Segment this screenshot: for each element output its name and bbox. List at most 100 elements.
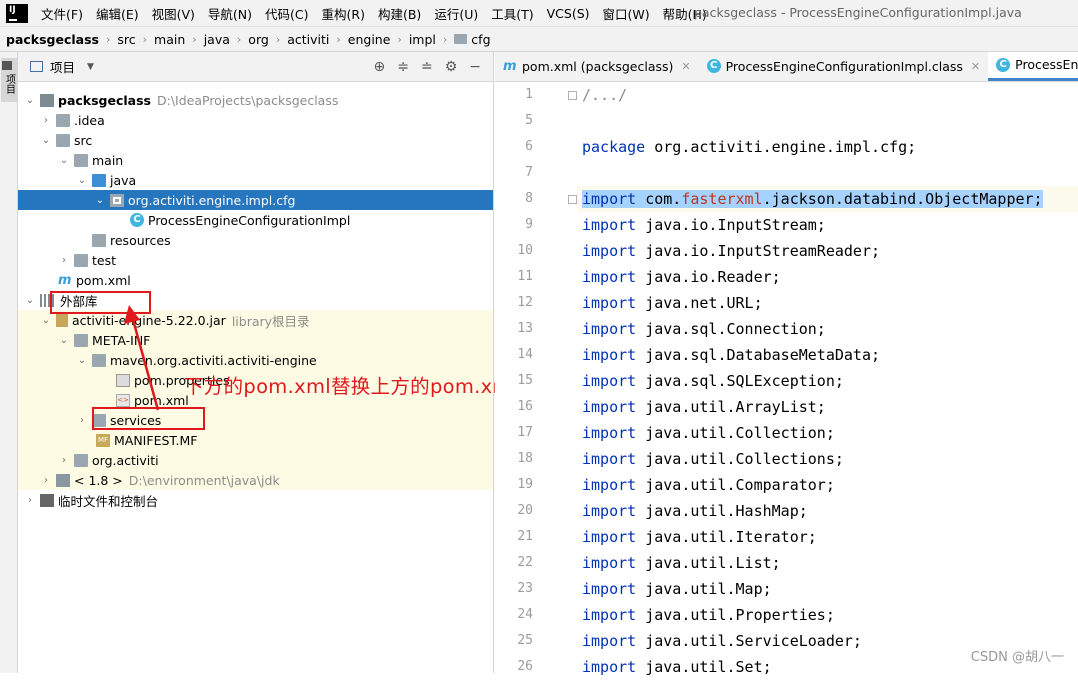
chevron-down-icon[interactable]: ⌄ xyxy=(24,295,36,306)
chevron-right-icon[interactable]: › xyxy=(24,495,36,506)
source-folder-icon xyxy=(92,174,106,187)
close-icon[interactable]: ✕ xyxy=(681,60,690,73)
code-line[interactable] xyxy=(577,160,1078,186)
tree-item-label: org.activiti.engine.impl.cfg xyxy=(128,193,295,208)
menu-view[interactable]: 视图(V) xyxy=(152,4,195,23)
menu-edit[interactable]: 编辑(E) xyxy=(96,4,139,23)
tree-item-idea[interactable]: ›.idea xyxy=(40,110,105,130)
code-line[interactable]: import java.io.Reader; xyxy=(577,264,1078,290)
fold-icon[interactable] xyxy=(568,91,577,100)
fold-icon[interactable] xyxy=(568,195,577,204)
chevron-right-icon[interactable]: › xyxy=(76,415,88,426)
code-line[interactable]: import java.util.Collection; xyxy=(577,420,1078,446)
tab-java-file-active[interactable]: CProcessEngineCo xyxy=(988,52,1078,81)
breadcrumb-separator: › xyxy=(192,33,196,46)
chevron-down-icon[interactable]: ⌄ xyxy=(58,335,70,346)
line-number: 9 xyxy=(493,212,533,238)
line-number: 18 xyxy=(493,446,533,472)
menu-code[interactable]: 代码(C) xyxy=(265,4,308,23)
tree-item-main[interactable]: ⌄ main xyxy=(58,150,123,170)
tab-class-file[interactable]: CProcessEngineConfigurationImpl.class✕ xyxy=(699,52,989,81)
breadcrumb-item[interactable]: packsgeclass xyxy=(6,32,99,47)
menu-refactor[interactable]: 重构(R) xyxy=(322,4,365,23)
tree-item-java[interactable]: ⌄java xyxy=(76,170,136,190)
breadcrumb-item[interactable]: cfg xyxy=(471,32,490,47)
close-icon[interactable]: ✕ xyxy=(971,60,980,73)
chevron-down-icon[interactable]: ⌄ xyxy=(24,95,36,106)
breadcrumb-item[interactable]: engine xyxy=(348,32,391,47)
menu-bar: IJ 文件(F) 编辑(E) 视图(V) 导航(N) 代码(C) 重构(R) 构… xyxy=(0,0,1078,26)
tree-item-org-activiti[interactable]: › org.activiti xyxy=(58,450,159,470)
chevron-right-icon[interactable]: › xyxy=(40,475,52,486)
tree-item-pom-top[interactable]: mpom.xml xyxy=(58,270,131,290)
tree-item-label: main xyxy=(92,153,123,168)
chevron-down-icon[interactable]: ⌄ xyxy=(40,135,52,146)
gear-icon[interactable]: ⚙ xyxy=(445,59,458,75)
package-icon xyxy=(110,194,124,207)
chevron-down-icon[interactable]: ⌄ xyxy=(76,355,88,366)
code-line[interactable]: import java.util.Map; xyxy=(577,576,1078,602)
menu-run[interactable]: 运行(U) xyxy=(434,4,478,23)
tree-item-package-selected[interactable]: ⌄ org.activiti.engine.impl.cfg xyxy=(18,190,493,210)
tab-label: ProcessEngineCo xyxy=(1015,57,1078,72)
code-line[interactable]: import java.io.InputStream; xyxy=(577,212,1078,238)
line-number: 12 xyxy=(493,290,533,316)
project-panel-title[interactable]: 项目 xyxy=(50,57,75,76)
tab-pom-xml[interactable]: mpom.xml (packsgeclass)✕ xyxy=(495,52,699,81)
code-line[interactable]: import java.sql.Connection; xyxy=(577,316,1078,342)
folder-icon xyxy=(56,114,70,127)
menu-tools[interactable]: 工具(T) xyxy=(491,4,533,23)
breadcrumb-item[interactable]: src xyxy=(117,32,135,47)
tree-item-project-root[interactable]: ⌄packsgeclassD:\IdeaProjects\packsgeclas… xyxy=(24,90,338,110)
tree-item-manifest[interactable]: MFMANIFEST.MF xyxy=(96,430,198,450)
code-line[interactable]: import java.util.Properties; xyxy=(577,602,1078,628)
chevron-down-icon[interactable]: ⌄ xyxy=(58,155,70,166)
chevron-right-icon[interactable]: › xyxy=(58,455,70,466)
chevron-down-icon[interactable]: ▼ xyxy=(87,62,94,72)
tree-item-resources[interactable]: resources xyxy=(92,230,171,250)
menu-file[interactable]: 文件(F) xyxy=(41,4,83,23)
code-area[interactable]: /.../ package org.activiti.engine.impl.cf… xyxy=(577,82,1078,673)
code-line[interactable]: import java.net.URL; xyxy=(577,290,1078,316)
code-line[interactable]: import java.util.List; xyxy=(577,550,1078,576)
locate-icon[interactable]: ⊕ xyxy=(374,59,386,75)
collapse-all-icon[interactable]: ≐ xyxy=(421,59,433,75)
code-line[interactable]: import java.util.ArrayList; xyxy=(577,394,1078,420)
code-line[interactable]: import java.io.InputStreamReader; xyxy=(577,238,1078,264)
code-line[interactable]: import java.util.Collections; xyxy=(577,446,1078,472)
code-line[interactable]: import com.fasterxml.jackson.databind.Ob… xyxy=(577,186,1078,212)
code-line[interactable]: import java.sql.DatabaseMetaData; xyxy=(577,342,1078,368)
code-line[interactable]: import java.util.HashMap; xyxy=(577,498,1078,524)
expand-all-icon[interactable]: ≑ xyxy=(397,59,409,75)
project-tool-tab[interactable]: 项目 xyxy=(1,58,17,102)
tree-item-jdk[interactable]: ›< 1.8 >D:\environment\java\jdk xyxy=(40,470,280,490)
tree-item-scratches[interactable]: ›临时文件和控制台 xyxy=(24,490,158,510)
tree-item-maven-folder[interactable]: ⌄maven.org.activiti.activiti-engine xyxy=(76,350,317,370)
code-line[interactable]: /.../ xyxy=(577,82,1078,108)
menu-vcs[interactable]: VCS(S) xyxy=(547,6,590,21)
code-line[interactable]: import java.util.Iterator; xyxy=(577,524,1078,550)
breadcrumb-item[interactable]: impl xyxy=(409,32,436,47)
tree-item-src[interactable]: ⌄src xyxy=(40,130,92,150)
code-line[interactable]: import java.sql.SQLException; xyxy=(577,368,1078,394)
breadcrumb-item[interactable]: main xyxy=(154,32,185,47)
code-line[interactable]: package org.activiti.engine.impl.cfg; xyxy=(577,134,1078,160)
menu-build[interactable]: 构建(B) xyxy=(378,4,421,23)
menu-window[interactable]: 窗口(W) xyxy=(603,4,650,23)
minimize-icon[interactable]: − xyxy=(469,59,481,75)
code-line[interactable] xyxy=(577,108,1078,134)
line-number: 17 xyxy=(493,420,533,446)
breadcrumb-item[interactable]: java xyxy=(204,32,230,47)
breadcrumb-item[interactable]: activiti xyxy=(287,32,329,47)
chevron-down-icon[interactable]: ⌄ xyxy=(40,315,52,326)
breadcrumb-item[interactable]: org xyxy=(248,32,269,47)
tree-item-label: org.activiti xyxy=(92,453,159,468)
menu-navigate[interactable]: 导航(N) xyxy=(208,4,252,23)
code-line[interactable]: import java.util.Comparator; xyxy=(577,472,1078,498)
chevron-right-icon[interactable]: › xyxy=(40,115,52,126)
tree-item-class[interactable]: CProcessEngineConfigurationImpl xyxy=(130,210,350,230)
tree-item-test[interactable]: ›test xyxy=(58,250,116,270)
chevron-down-icon[interactable]: ⌄ xyxy=(94,195,106,206)
chevron-right-icon[interactable]: › xyxy=(58,255,70,266)
chevron-down-icon[interactable]: ⌄ xyxy=(76,175,88,186)
